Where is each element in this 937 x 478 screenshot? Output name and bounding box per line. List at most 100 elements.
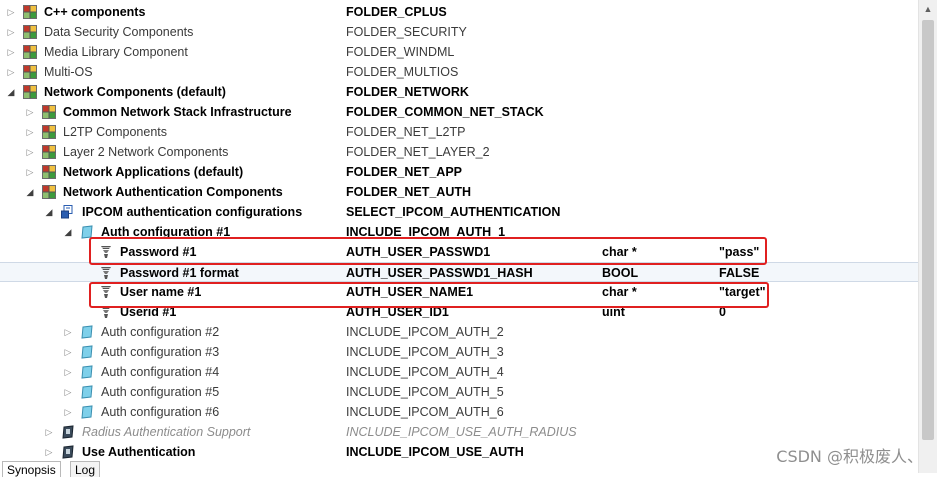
tree-row[interactable]: ▷ Data Security Components FOLDER_SECURITY	[0, 22, 918, 42]
expand-arrow-icon[interactable]: ▷	[63, 322, 73, 342]
row-macro: FOLDER_NET_APP	[346, 165, 462, 179]
row-macro: FOLDER_CPLUS	[346, 5, 447, 19]
row-label: Multi-OS	[44, 65, 93, 79]
component-tree: ▷ C++ components FOLDER_CPLUS ▷ Data Securit…	[0, 2, 918, 462]
row-macro: FOLDER_NET_LAYER_2	[346, 145, 490, 159]
tree-row[interactable]: ▷ Auth configuration #6 INCLUDE_IPCOM_AUTH…	[0, 402, 918, 422]
folder-icon	[23, 45, 37, 59]
expand-arrow-icon[interactable]: ▷	[63, 342, 73, 362]
row-label: Layer 2 Network Components	[63, 145, 229, 159]
expand-arrow-icon[interactable]: ▷	[25, 102, 35, 122]
folder-icon	[42, 125, 56, 139]
row-type: BOOL	[602, 266, 639, 280]
parameter-icon	[99, 266, 113, 280]
expand-arrow-icon[interactable]: ▷	[44, 442, 54, 462]
folder-icon	[42, 145, 56, 159]
expand-arrow-icon[interactable]: ▷	[25, 162, 35, 182]
tree-row[interactable]: ▷ Auth configuration #2 INCLUDE_IPCOM_AUTH…	[0, 322, 918, 342]
collapse-arrow-icon[interactable]: ◢	[6, 82, 16, 102]
row-macro: FOLDER_NETWORK	[346, 85, 469, 99]
row-macro: FOLDER_NET_L2TP	[346, 125, 466, 139]
tab-log[interactable]: Log	[70, 461, 101, 477]
row-label: Common Network Stack Infrastructure	[63, 105, 292, 119]
tab-synopsis[interactable]: Synopsis	[2, 461, 61, 477]
row-macro: AUTH_USER_PASSWD1_HASH	[346, 266, 533, 280]
vertical-scrollbar[interactable]: ▲	[918, 0, 937, 473]
row-macro: FOLDER_COMMON_NET_STACK	[346, 105, 544, 119]
row-macro: INCLUDE_IPCOM_AUTH_3	[346, 345, 504, 359]
collapse-arrow-icon[interactable]: ◢	[25, 182, 35, 202]
expand-arrow-icon[interactable]: ▷	[63, 362, 73, 382]
highlight-box-password	[89, 237, 767, 265]
expand-arrow-icon[interactable]: ▷	[6, 42, 16, 62]
component-icon	[80, 385, 94, 399]
folder-icon	[42, 185, 56, 199]
tree-row[interactable]: Password #1 format AUTH_USER_PASSWD1_HASH…	[0, 262, 918, 282]
tree-row[interactable]: ▷ Radius Authentication Support INCLUDE_IP…	[0, 422, 918, 442]
row-macro: FOLDER_NET_AUTH	[346, 185, 472, 199]
expand-arrow-icon[interactable]: ▷	[63, 382, 73, 402]
folder-icon	[23, 85, 37, 99]
row-label: Auth configuration #5	[101, 385, 220, 399]
watermark: CSDN @积极废人、	[776, 447, 923, 466]
tree-row[interactable]: ▷ Auth configuration #3 INCLUDE_IPCOM_AUTH…	[0, 342, 918, 362]
row-label: L2TP Components	[63, 125, 167, 139]
expand-arrow-icon[interactable]: ▷	[25, 122, 35, 142]
row-macro: SELECT_IPCOM_AUTHENTICATION	[346, 205, 561, 219]
component-icon	[80, 405, 94, 419]
row-label: Radius Authentication Support	[82, 425, 251, 439]
component-dark-icon	[61, 425, 75, 439]
expand-arrow-icon[interactable]: ▷	[63, 402, 73, 422]
row-label: Auth configuration #2	[101, 325, 220, 339]
component-icon	[80, 325, 94, 339]
row-label: Auth configuration #4	[101, 365, 220, 379]
row-label: Network Components (default)	[44, 85, 226, 99]
tree-row[interactable]: ◢ IPCOM authentication configurations SELE…	[0, 202, 918, 222]
row-label: Data Security Components	[44, 25, 194, 39]
tree-row[interactable]: ▷ L2TP Components FOLDER_NET_L2TP	[0, 122, 918, 142]
highlight-box-username	[89, 282, 769, 308]
folder-icon	[23, 25, 37, 39]
row-macro: INCLUDE_IPCOM_AUTH_5	[346, 385, 504, 399]
collapse-arrow-icon[interactable]: ◢	[63, 222, 73, 242]
expand-arrow-icon[interactable]: ▷	[25, 142, 35, 162]
expand-arrow-icon[interactable]: ▷	[6, 22, 16, 42]
tree-row[interactable]: ▷ C++ components FOLDER_CPLUS	[0, 2, 918, 22]
scroll-up-arrow-icon[interactable]: ▲	[921, 1, 935, 17]
collapse-arrow-icon[interactable]: ◢	[44, 202, 54, 222]
component-icon	[80, 365, 94, 379]
tree-row[interactable]: ▷ Multi-OS FOLDER_MULTIOS	[0, 62, 918, 82]
folder-icon	[23, 5, 37, 19]
tree-row[interactable]: ◢ Network Authentication Components FOLDER…	[0, 182, 918, 202]
row-label: Use Authentication	[82, 445, 196, 459]
tree-row[interactable]: ▷ Auth configuration #5 INCLUDE_IPCOM_AUTH…	[0, 382, 918, 402]
folder-icon	[23, 65, 37, 79]
row-macro: INCLUDE_IPCOM_AUTH_6	[346, 405, 504, 419]
row-macro: INCLUDE_IPCOM_USE_AUTH_RADIUS	[346, 425, 577, 439]
tree-row[interactable]: ▷ Network Applications (default) FOLDER_NE…	[0, 162, 918, 182]
tree-row[interactable]: ▷ Common Network Stack Infrastructure FOLD…	[0, 102, 918, 122]
row-label: Network Applications (default)	[63, 165, 244, 179]
tree-row[interactable]: ◢ Network Components (default) FOLDER_NETW…	[0, 82, 918, 102]
row-label: Network Authentication Components	[63, 185, 283, 199]
row-label: C++ components	[44, 5, 146, 19]
row-value[interactable]: FALSE	[719, 263, 759, 283]
tree-row[interactable]: ▷ Media Library Component FOLDER_WINDML	[0, 42, 918, 62]
expand-arrow-icon[interactable]: ▷	[44, 422, 54, 442]
row-macro: INCLUDE_IPCOM_AUTH_4	[346, 365, 504, 379]
row-macro: INCLUDE_IPCOM_AUTH_2	[346, 325, 504, 339]
row-label: Password #1 format	[120, 266, 239, 280]
tree-row[interactable]: ▷ Auth configuration #4 INCLUDE_IPCOM_AUTH…	[0, 362, 918, 382]
scroll-thumb[interactable]	[922, 20, 934, 440]
folder-icon	[42, 165, 56, 179]
row-macro: FOLDER_MULTIOS	[346, 65, 459, 79]
row-label: Media Library Component	[44, 45, 188, 59]
row-label: IPCOM authentication configurations	[82, 205, 303, 219]
row-macro: INCLUDE_IPCOM_USE_AUTH	[346, 445, 524, 459]
tree-row[interactable]: ▷ Layer 2 Network Components FOLDER_NET_LA…	[0, 142, 918, 162]
selection-icon	[61, 205, 75, 219]
expand-arrow-icon[interactable]: ▷	[6, 2, 16, 22]
folder-icon	[42, 105, 56, 119]
expand-arrow-icon[interactable]: ▷	[6, 62, 16, 82]
row-label: Auth configuration #6	[101, 405, 220, 419]
